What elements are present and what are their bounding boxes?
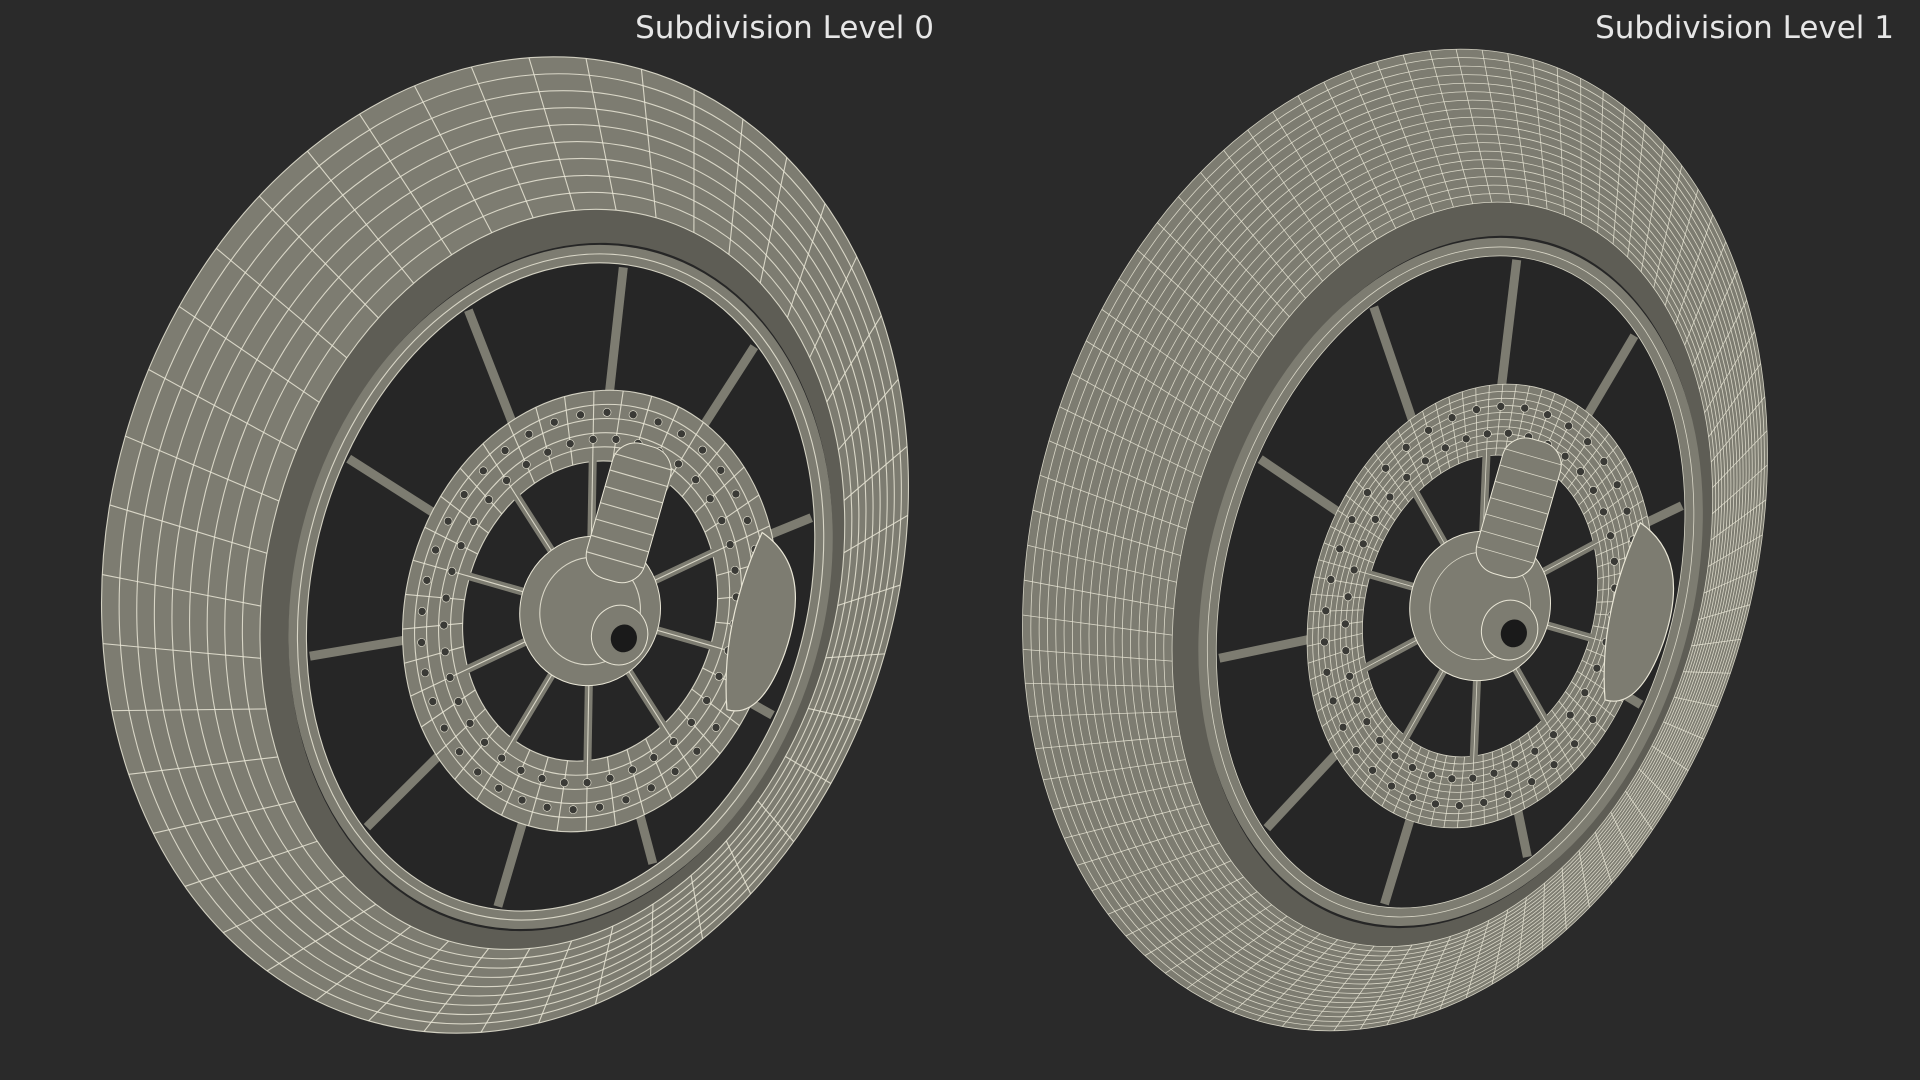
subdivision-level-1-label: Subdivision Level 1 [1595, 10, 1894, 46]
wheel-render-area [100, 48, 1768, 1034]
wheel-model-1 [1022, 48, 1768, 1032]
render-canvas: Subdivision Level 0 Subdivision Level 1 [0, 0, 1920, 1080]
subdivision-level-0-label: Subdivision Level 0 [635, 10, 934, 46]
wheel-model-0 [100, 56, 910, 1034]
